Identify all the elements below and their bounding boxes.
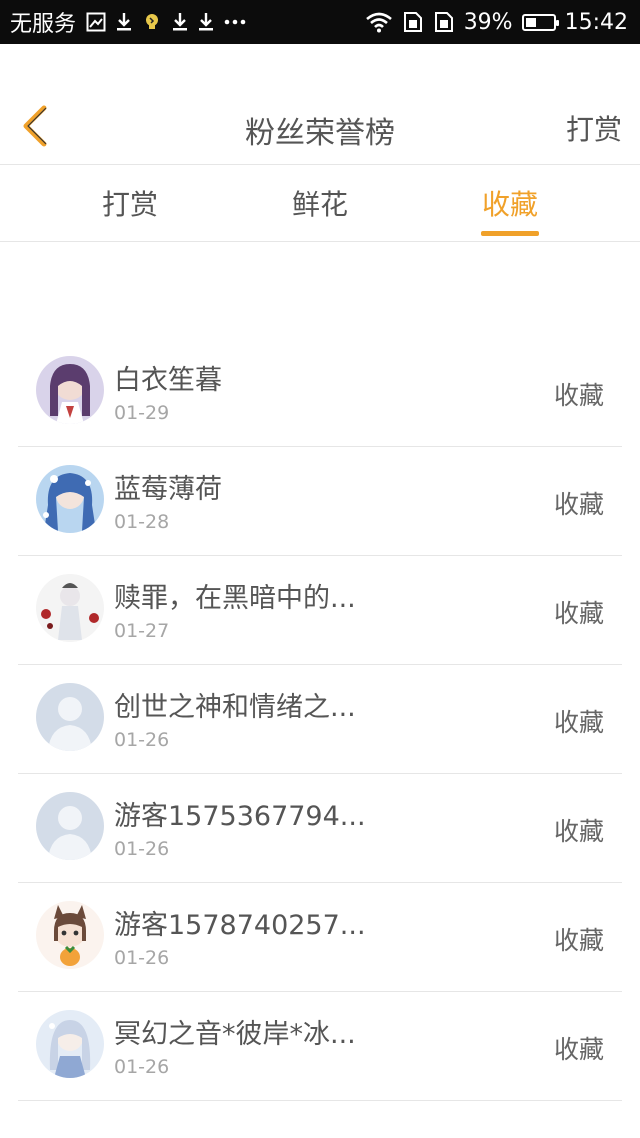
avatar (36, 901, 104, 969)
status-bar: 无服务 39% 15:42 (0, 0, 640, 44)
clock: 15:42 (564, 9, 628, 35)
app-header: 粉丝荣誉榜 打赏 (0, 44, 640, 165)
download-icon (172, 12, 188, 32)
tab-label: 收藏 (481, 188, 538, 221)
fan-name: 蓝莓薄荷 (114, 474, 222, 505)
fan-name: 赎罪，在黑暗中的... (114, 583, 356, 614)
favorite-label: 收藏 (553, 817, 604, 846)
favorite-label: 收藏 (553, 381, 604, 410)
tab-bar: 打赏 鲜花 收藏 (0, 165, 640, 242)
battery-level (525, 17, 536, 27)
active-tab-indicator (481, 231, 539, 236)
avatar (36, 683, 104, 751)
avatar (36, 1010, 104, 1078)
sim-icon (402, 11, 424, 33)
favorite-label: 收藏 (553, 1035, 604, 1064)
reward-button[interactable]: 打赏 (566, 108, 622, 148)
sim-icon (433, 11, 455, 33)
carrier-text: 无服务 (10, 12, 77, 37)
battery-percent: 39% (463, 9, 513, 35)
fan-date: 01-26 (114, 838, 170, 860)
list-item[interactable]: 冥幻之音*彼岸*冰... 01-26 收藏 (18, 992, 622, 1101)
fan-name: 冥幻之音*彼岸*冰... (114, 1019, 356, 1050)
tab-reward[interactable]: 打赏 (60, 165, 200, 241)
battery-icon (521, 13, 559, 31)
tab-flowers[interactable]: 鲜花 (250, 165, 390, 241)
fan-date: 01-26 (114, 1056, 170, 1078)
download-icon (116, 12, 132, 32)
favorite-label: 收藏 (553, 490, 604, 519)
fan-date: 01-27 (114, 620, 170, 642)
list-item[interactable]: 赎罪，在黑暗中的... 01-27 收藏 (18, 556, 622, 665)
list-item[interactable]: 蓝莓薄荷 01-28 收藏 (18, 447, 622, 556)
avatar (36, 465, 104, 533)
fan-name: 白衣笙暮 (114, 365, 222, 396)
tab-label: 鲜花 (291, 188, 348, 221)
fan-date: 01-29 (114, 402, 170, 424)
favorite-label: 收藏 (553, 708, 604, 737)
avatar (36, 574, 104, 642)
list-item[interactable]: 游客1578740257... 01-26 收藏 (18, 883, 622, 992)
wifi-icon (365, 11, 393, 33)
image-icon (86, 12, 106, 32)
fan-name: 游客1575367794... (114, 801, 366, 832)
page-title: 粉丝荣誉榜 (245, 116, 395, 151)
list-item[interactable]: 游客1575367794... 01-26 收藏 (18, 774, 622, 883)
favorite-label: 收藏 (553, 926, 604, 955)
list-item[interactable]: 创世之神和情绪之... 01-26 收藏 (18, 665, 622, 774)
avatar (36, 792, 104, 860)
fan-name: 游客1578740257... (114, 910, 366, 941)
fan-list: 白衣笙暮 01-29 收藏 蓝莓薄荷 01-28 收藏 赎罪，在黑暗中的... … (18, 338, 622, 1101)
fan-date: 01-26 (114, 729, 170, 751)
download-icon (198, 12, 214, 32)
fan-date: 01-26 (114, 947, 170, 969)
tab-label: 打赏 (101, 188, 158, 221)
fan-date: 01-28 (114, 511, 170, 533)
fan-name: 创世之神和情绪之... (114, 692, 356, 723)
list-item[interactable]: 白衣笙暮 01-29 收藏 (18, 338, 622, 447)
avatar (36, 356, 104, 424)
bulb-icon (142, 12, 162, 32)
favorite-label: 收藏 (553, 599, 604, 628)
tab-favorites[interactable]: 收藏 (440, 165, 580, 241)
more-icon (224, 18, 246, 26)
